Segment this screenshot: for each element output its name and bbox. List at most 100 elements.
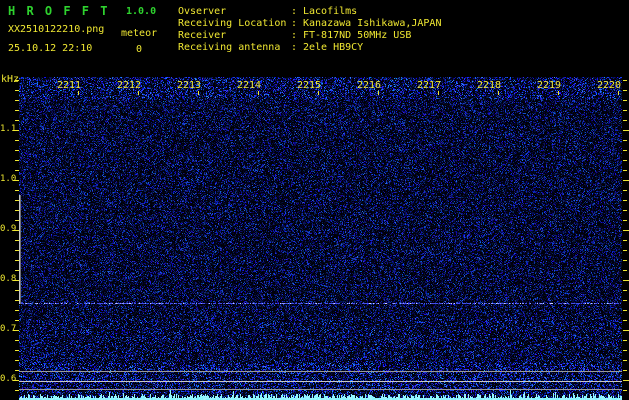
info-value: 2ele HB9CY: [303, 42, 364, 53]
tick-mark: [15, 390, 19, 391]
x-axis-tick-label: 2211: [56, 80, 82, 91]
info-colon: :: [291, 18, 298, 29]
tick-mark: [558, 91, 559, 95]
tick-mark: [498, 91, 499, 95]
tick-mark: [258, 91, 259, 95]
spectrogram-canvas: [19, 77, 622, 400]
tick-mark: [15, 190, 19, 191]
datetime-label: 25.10.12 22:10: [8, 43, 93, 54]
tick-mark: [623, 110, 627, 111]
tick-mark: [623, 280, 629, 281]
info-colon: :: [291, 6, 298, 17]
tick-mark: [15, 360, 19, 361]
tick-mark: [623, 80, 627, 81]
x-axis-tick-label: 2214: [236, 80, 262, 91]
tick-mark: [618, 91, 619, 95]
tick-mark: [15, 300, 19, 301]
tick-mark: [15, 100, 19, 101]
tick-mark: [15, 370, 19, 371]
x-axis-tick-label: 2212: [116, 80, 142, 91]
tick-mark: [623, 220, 627, 221]
tick-mark: [15, 250, 19, 251]
tick-mark: [378, 91, 379, 95]
tick-mark: [623, 240, 627, 241]
tick-mark: [623, 270, 627, 271]
info-label: Receiving antenna: [178, 42, 281, 53]
tick-mark: [623, 150, 627, 151]
meteor-count: 0: [136, 44, 143, 55]
tick-mark: [438, 91, 439, 95]
y-axis-tick-label: 1.0: [0, 174, 17, 184]
tick-mark: [623, 370, 627, 371]
tick-mark: [623, 330, 629, 331]
tick-mark: [623, 90, 627, 91]
tick-mark: [13, 380, 19, 381]
tick-mark: [15, 200, 19, 201]
tick-mark: [318, 91, 319, 95]
tick-mark: [623, 250, 627, 251]
info-value: Lacofilms: [303, 6, 358, 17]
info-colon: :: [291, 30, 298, 41]
station-info: Ovserver: Lacofilms Receiving Location: Ka…: [178, 6, 441, 54]
tick-mark: [138, 91, 139, 95]
y-axis-tick-label: 0.6: [0, 374, 17, 384]
tick-mark: [13, 280, 19, 281]
tick-mark: [15, 140, 19, 141]
tick-mark: [13, 330, 19, 331]
tick-mark: [15, 120, 19, 121]
y-axis-tick-label: 0.8: [0, 274, 17, 284]
tick-mark: [15, 290, 19, 291]
tick-mark: [623, 190, 627, 191]
tick-mark: [623, 210, 627, 211]
hrofft-window: H R O F F T 1.0.0 XX2510122210.png meteo…: [0, 0, 629, 400]
info-label: Receiver: [178, 30, 227, 41]
x-axis-tick-label: 2220: [596, 80, 622, 91]
tick-mark: [15, 210, 19, 211]
tick-mark: [15, 90, 19, 91]
tick-mark: [623, 310, 627, 311]
app-title: H R O F F T: [8, 4, 110, 18]
tick-mark: [15, 80, 19, 81]
info-label: Ovserver: [178, 6, 227, 17]
mode-label: meteor: [121, 28, 158, 39]
y-axis-tick-label: 1.1: [0, 124, 17, 134]
tick-mark: [15, 340, 19, 341]
x-axis-tick-label: 2217: [416, 80, 442, 91]
tick-mark: [623, 300, 627, 301]
x-axis-tick-label: 2219: [536, 80, 562, 91]
tick-mark: [623, 230, 629, 231]
tick-mark: [623, 160, 627, 161]
info-label: Receiving Location: [178, 18, 287, 29]
tick-mark: [15, 270, 19, 271]
tick-mark: [15, 260, 19, 261]
tick-mark: [623, 380, 629, 381]
tick-mark: [15, 350, 19, 351]
x-axis-tick-label: 2213: [176, 80, 202, 91]
tick-mark: [623, 200, 627, 201]
tick-mark: [13, 130, 19, 131]
tick-mark: [15, 220, 19, 221]
info-value: FT-817ND 50MHz USB: [303, 30, 412, 41]
tick-mark: [623, 360, 627, 361]
info-row-location: Receiving Location: Kanazawa Ishikawa,JAP…: [178, 18, 441, 30]
y-axis-tick-label: 0.7: [0, 324, 17, 334]
tick-mark: [623, 140, 627, 141]
info-row-antenna: Receiving antenna:2ele HB9CY: [178, 42, 441, 54]
x-axis-tick-label: 2215: [296, 80, 322, 91]
tick-mark: [15, 110, 19, 111]
tick-mark: [15, 320, 19, 321]
info-value: Kanazawa Ishikawa,JAPAN: [303, 18, 442, 29]
info-colon: :: [291, 42, 298, 53]
app-version: 1.0.0: [126, 6, 157, 17]
tick-mark: [198, 91, 199, 95]
tick-mark: [623, 170, 627, 171]
info-row-receiver: Receiver: FT-817ND 50MHz USB: [178, 30, 441, 42]
tick-mark: [623, 130, 629, 131]
tick-mark: [15, 310, 19, 311]
tick-mark: [15, 240, 19, 241]
tick-mark: [15, 160, 19, 161]
tick-mark: [623, 180, 629, 181]
tick-mark: [13, 230, 19, 231]
x-axis-tick-label: 2218: [476, 80, 502, 91]
tick-mark: [623, 290, 627, 291]
